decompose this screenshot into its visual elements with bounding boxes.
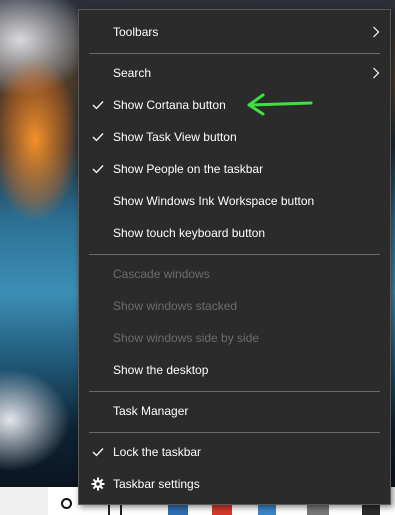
- menu-item-label: Show windows side by side: [113, 331, 260, 345]
- chevron-right-icon: [372, 58, 380, 88]
- menu-item-show-task-view[interactable]: Show Task View button: [79, 122, 390, 152]
- menu-item-label: Show windows stacked: [113, 299, 238, 313]
- menu-separator: [89, 254, 380, 255]
- menu-item-show-people[interactable]: Show People on the taskbar: [79, 154, 390, 184]
- menu-item-label: Toolbars: [113, 25, 159, 39]
- menu-item-label: Show Cortana button: [113, 98, 226, 112]
- menu-item-lock-taskbar[interactable]: Lock the taskbar: [79, 437, 390, 467]
- cortana-search-icon[interactable]: [61, 498, 72, 509]
- start-button[interactable]: [0, 487, 48, 515]
- menu-item-show-cortana[interactable]: Show Cortana button: [79, 90, 390, 120]
- menu-item-show-ink-workspace[interactable]: Show Windows Ink Workspace button: [79, 186, 390, 216]
- checkmark-icon: [91, 437, 105, 467]
- green-arrow-icon: [247, 93, 313, 116]
- menu-item-toolbars[interactable]: Toolbars: [79, 17, 390, 47]
- menu-item-label: Show Task View button: [113, 130, 237, 144]
- menu-item-label: Search: [113, 66, 152, 80]
- chevron-right-icon: [372, 17, 380, 47]
- gear-icon: [91, 469, 105, 499]
- menu-item-label: Show People on the taskbar: [113, 162, 264, 176]
- menu-item-label: Show Windows Ink Workspace button: [113, 194, 315, 208]
- menu-item-search[interactable]: Search: [79, 58, 390, 88]
- checkmark-icon: [91, 154, 105, 184]
- menu-item-cascade-windows: Cascade windows: [79, 259, 390, 289]
- taskbar-context-menu: Toolbars Search Show Cortana button Show…: [78, 9, 391, 505]
- menu-item-show-windows-stacked: Show windows stacked: [79, 291, 390, 321]
- menu-item-taskbar-settings[interactable]: Taskbar settings: [79, 469, 390, 499]
- checkmark-icon: [91, 90, 105, 120]
- checkmark-icon: [91, 122, 105, 152]
- menu-item-task-manager[interactable]: Task Manager: [79, 396, 390, 426]
- menu-separator: [89, 53, 380, 54]
- menu-item-label: Taskbar settings: [113, 477, 200, 491]
- menu-item-label: Show the desktop: [113, 363, 209, 377]
- menu-item-label: Lock the taskbar: [113, 445, 202, 459]
- menu-item-label: Show touch keyboard button: [113, 226, 266, 240]
- menu-item-label: Cascade windows: [113, 267, 210, 281]
- menu-item-show-windows-side-by-side: Show windows side by side: [79, 323, 390, 353]
- menu-item-label: Task Manager: [113, 404, 189, 418]
- menu-item-show-touch-keyboard[interactable]: Show touch keyboard button: [79, 218, 390, 248]
- menu-separator: [89, 432, 380, 433]
- menu-separator: [89, 391, 380, 392]
- menu-item-show-desktop[interactable]: Show the desktop: [79, 355, 390, 385]
